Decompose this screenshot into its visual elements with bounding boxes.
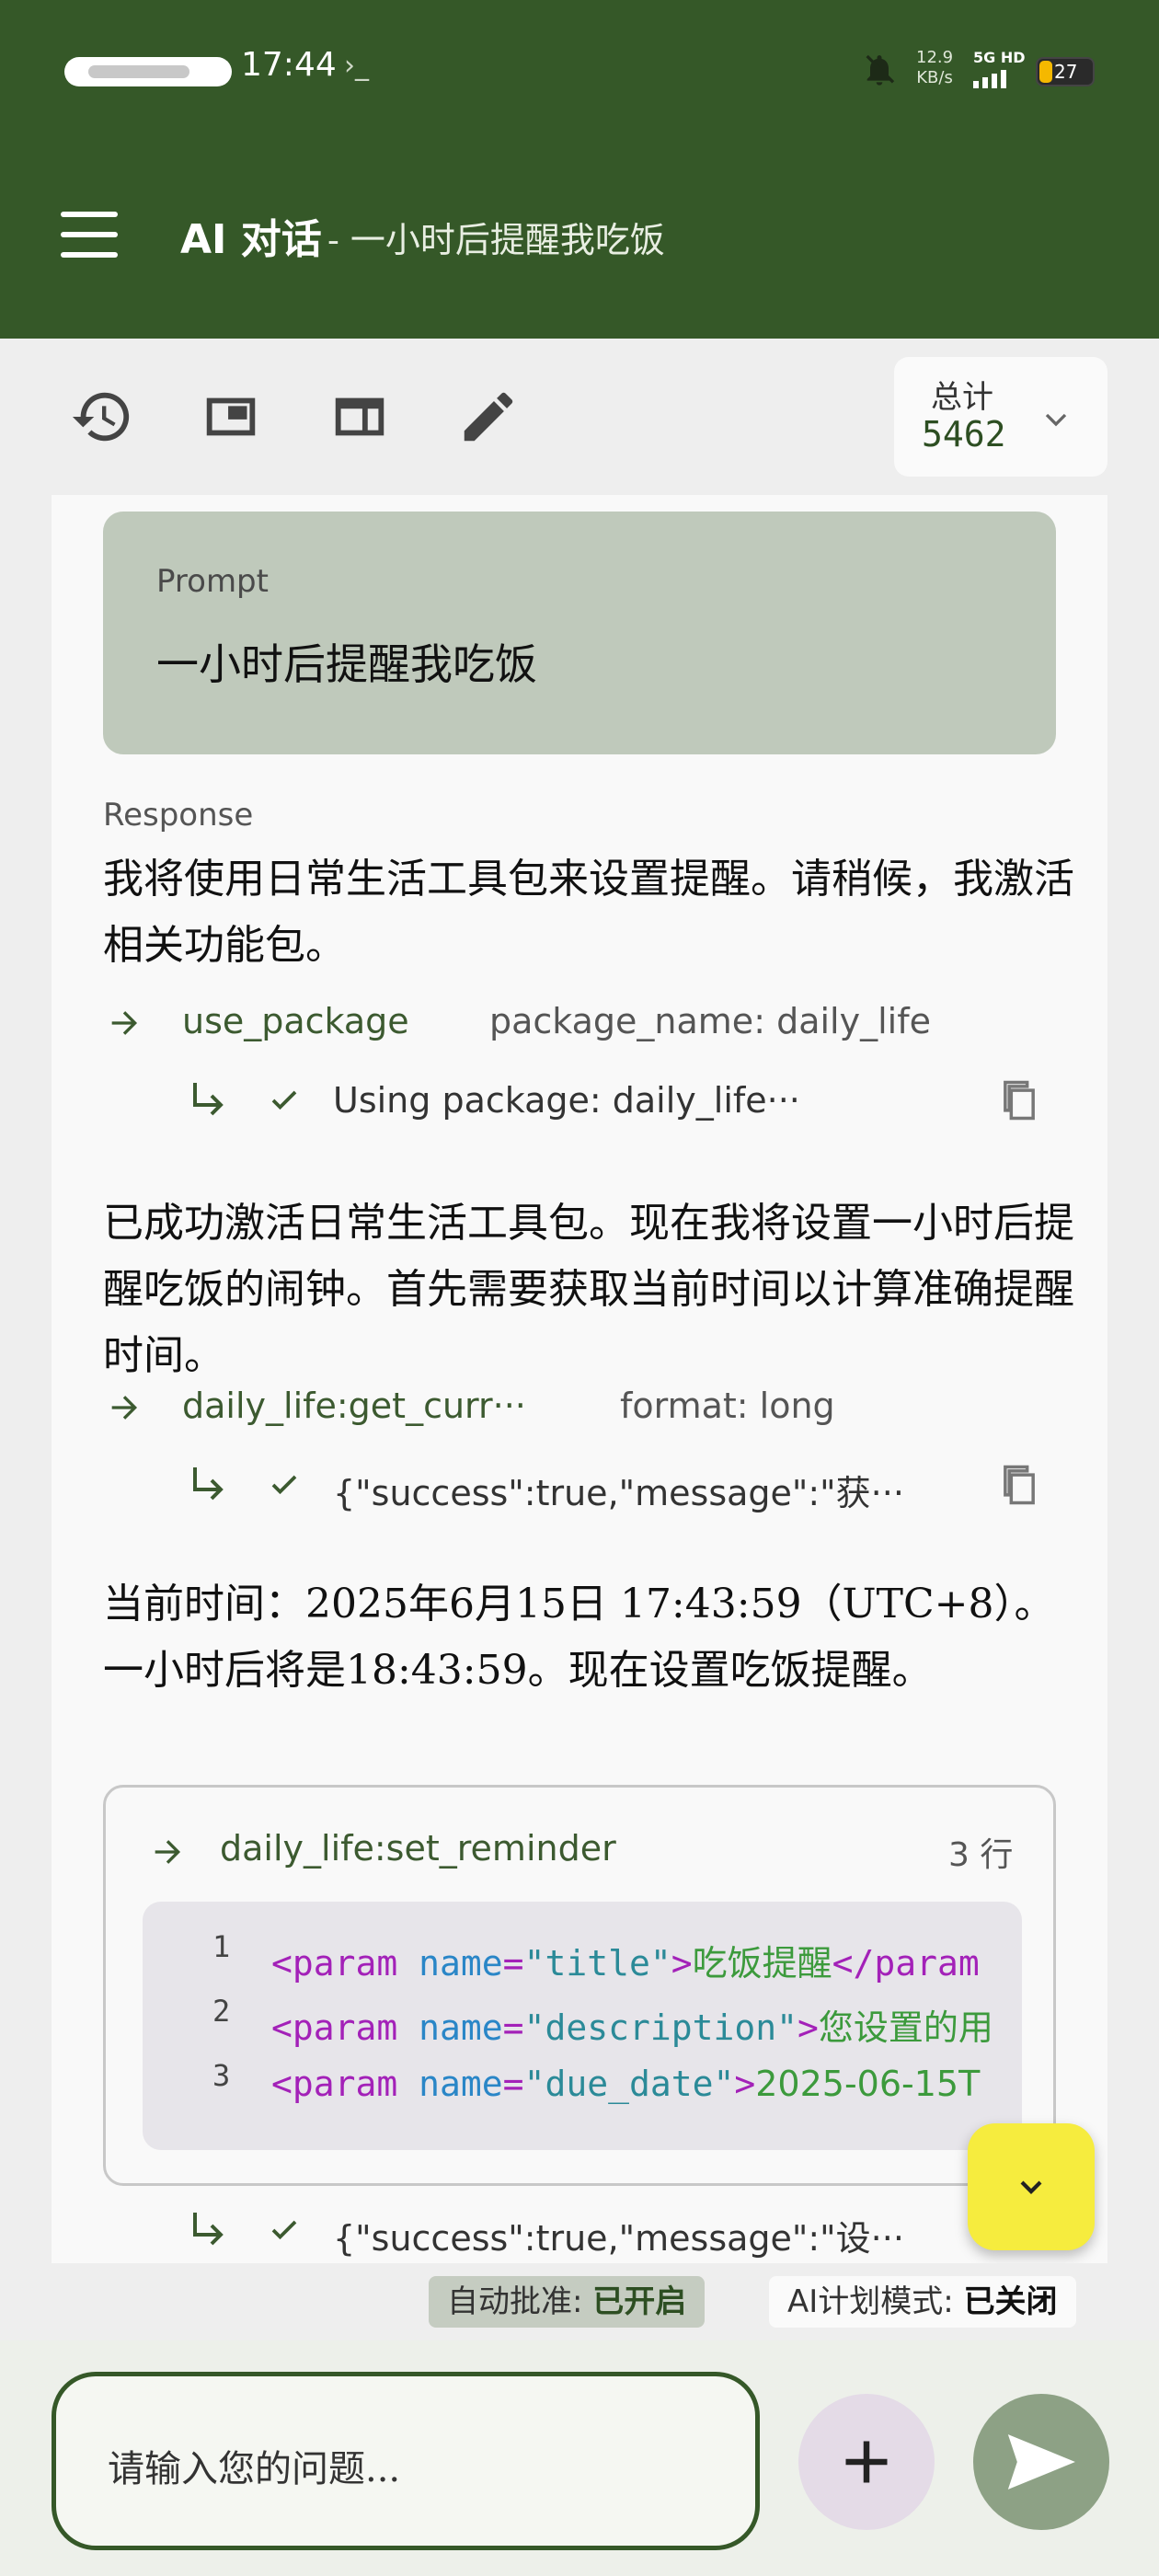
code-string: "title" xyxy=(523,1943,671,1984)
tool-result-row[interactable]: {"success":true,"message":"获··· xyxy=(186,1457,1050,1513)
auto-approve-toggle[interactable]: 自动批准: 已开启 xyxy=(429,2276,706,2328)
code-eq: = xyxy=(502,2007,524,2048)
code-string: "due_date" xyxy=(523,2064,735,2104)
code-text: 2025-06-15T xyxy=(755,2064,981,2104)
code-string: "description" xyxy=(523,2007,798,2048)
net-speed-value: 12.9 xyxy=(916,48,954,67)
code-attr: name xyxy=(397,2064,503,2104)
chevron-down-icon xyxy=(1020,2180,1042,2194)
response-paragraph: 当前时间：2025年6月15日 17:43:59（UTC+8）。一小时后将是18… xyxy=(103,1581,1055,1694)
code-line: 2 <param name="description">您设置的用 xyxy=(143,1994,1022,2058)
response-paragraph: 我将使用日常生活工具包来设置提醒。请稍候，我激活相关功能包。 xyxy=(103,856,1074,969)
return-arrow-icon xyxy=(193,1467,224,1501)
picture-in-picture-icon[interactable] xyxy=(199,385,263,449)
code-tag: > xyxy=(671,1943,693,1984)
tool-result-text: {"success":true,"message":"设··· xyxy=(333,2218,904,2259)
line-number: 2 xyxy=(212,1994,231,2029)
plus-icon xyxy=(845,2441,888,2483)
return-arrow-icon xyxy=(193,2213,224,2246)
plan-mode-label: AI计划模式: xyxy=(787,2283,964,2320)
line-count: 3 行 xyxy=(948,1836,1014,1874)
code-tag: <param xyxy=(271,2064,398,2104)
prompt-text: 一小时后提醒我吃饭 xyxy=(156,639,537,689)
code-tag: > xyxy=(734,2064,756,2104)
tool-result-text: Using package: daily_life··· xyxy=(333,1080,800,1121)
send-button[interactable] xyxy=(973,2394,1109,2530)
battery-level: 27 xyxy=(1054,61,1078,83)
send-icon xyxy=(1007,2434,1075,2490)
response-paragraph: 已成功激活日常生活工具包。现在我将设置一小时后提醒吃饭的闹钟。首先需要获取当前时… xyxy=(103,1200,1074,1379)
tool-name: use_package xyxy=(182,1001,409,1041)
code-eq: = xyxy=(502,1943,524,1984)
status-time: 17:44 xyxy=(241,46,337,84)
arrow-right-icon xyxy=(111,1011,138,1035)
tool-param: package_name: daily_life xyxy=(489,1001,931,1041)
bell-muted-icon xyxy=(866,54,895,86)
line-number: 3 xyxy=(212,2058,231,2093)
tool-param: format: long xyxy=(620,1386,835,1426)
status-arrow-icon: ›_ xyxy=(344,50,369,82)
code-tag: > xyxy=(797,2007,819,2048)
prompt-label: Prompt xyxy=(156,563,269,600)
token-total-dropdown[interactable]: 总计 5462 xyxy=(894,357,1107,477)
copy-icon[interactable] xyxy=(995,1459,1043,1511)
tool-result-text: {"success":true,"message":"获··· xyxy=(333,1473,904,1513)
return-arrow-icon xyxy=(193,1083,224,1116)
code-line: 1 <param name="title">吃饭提醒</param xyxy=(143,1929,1022,1994)
tool-code-card[interactable]: daily_life:set_reminder 3 行 1 <param nam… xyxy=(103,1785,1056,2186)
menu-button[interactable] xyxy=(55,210,125,263)
code-attr: name xyxy=(397,1943,503,1984)
auto-approve-label: 自动批准: xyxy=(447,2283,593,2320)
code-eq: = xyxy=(502,2064,524,2104)
code-block: 1 <param name="title">吃饭提醒</param 2 <par… xyxy=(143,1902,1022,2150)
code-text: 吃饭提醒 xyxy=(692,1943,832,1984)
arrow-right-icon xyxy=(155,1840,181,1864)
code-text: 您设置的用 xyxy=(818,2007,993,2048)
copy-icon[interactable] xyxy=(995,1075,1043,1126)
tool-name: daily_life:get_curr··· xyxy=(182,1386,526,1426)
line-number: 1 xyxy=(212,1929,231,1964)
input-bar: 请输入您的问题... xyxy=(0,2340,1159,2576)
tool-call-row[interactable]: daily_life:get_curr··· format: long xyxy=(103,1380,1078,1435)
pencil-edit-icon[interactable] xyxy=(456,385,521,449)
check-icon xyxy=(271,2220,297,2240)
history-icon[interactable] xyxy=(70,385,134,449)
tool-name: daily_life:set_reminder xyxy=(220,1828,616,1869)
tool-call-row[interactable]: use_package package_name: daily_life xyxy=(103,995,1078,1051)
code-attr: name xyxy=(397,2007,503,2048)
tool-result-row[interactable]: {"success":true,"message":"设··· xyxy=(186,2202,1050,2259)
web-window-icon[interactable] xyxy=(327,385,392,449)
code-tag: </param xyxy=(832,1943,980,1984)
prompt-card: Prompt 一小时后提醒我吃饭 xyxy=(103,512,1056,754)
plan-mode-value: 已关闭 xyxy=(963,2283,1058,2320)
chat-panel[interactable]: Prompt 一小时后提醒我吃饭 Response 我将使用日常生活工具包来设置… xyxy=(52,495,1107,2263)
auto-approve-value: 已开启 xyxy=(592,2283,687,2320)
message-input[interactable]: 请输入您的问题... xyxy=(52,2372,760,2550)
page-subtitle: - 一小时后提醒我吃饭 xyxy=(327,220,665,260)
code-line: 3 <param name="due_date">2025-06-15T xyxy=(143,2058,1022,2122)
total-value: 5462 xyxy=(922,414,1006,454)
total-label: 总计 xyxy=(931,379,993,416)
status-pill xyxy=(64,57,232,86)
arrow-right-icon xyxy=(111,1396,138,1420)
scroll-down-button[interactable] xyxy=(968,2123,1095,2250)
signal-bars-icon xyxy=(973,70,1006,88)
net-speed-unit: KB/s xyxy=(916,68,953,87)
page-title: AI 对话 xyxy=(180,216,322,263)
app-header: 17:44 ›_ 12.9 KB/s 5G HD 27 AI 对话 - 一小时后… xyxy=(0,0,1159,339)
chevron-down-icon xyxy=(1045,413,1067,427)
plan-mode-toggle[interactable]: AI计划模式: 已关闭 xyxy=(769,2276,1076,2328)
attach-button[interactable] xyxy=(798,2394,935,2530)
input-placeholder: 请输入您的问题... xyxy=(108,2448,401,2490)
battery-icon: 27 xyxy=(1036,57,1095,86)
net-speed: 12.9 KB/s xyxy=(916,48,953,88)
response-label: Response xyxy=(103,797,254,834)
code-tag: <param xyxy=(271,1943,398,1984)
mode-chips-bar: 自动批准: 已开启 AI计划模式: 已关闭 xyxy=(0,2263,1159,2340)
check-icon xyxy=(271,1475,297,1495)
code-tag: <param xyxy=(271,2007,398,2048)
check-icon xyxy=(271,1090,297,1110)
signal-label: 5G HD xyxy=(973,49,1026,66)
tool-result-row[interactable]: Using package: daily_life··· xyxy=(186,1073,1050,1128)
